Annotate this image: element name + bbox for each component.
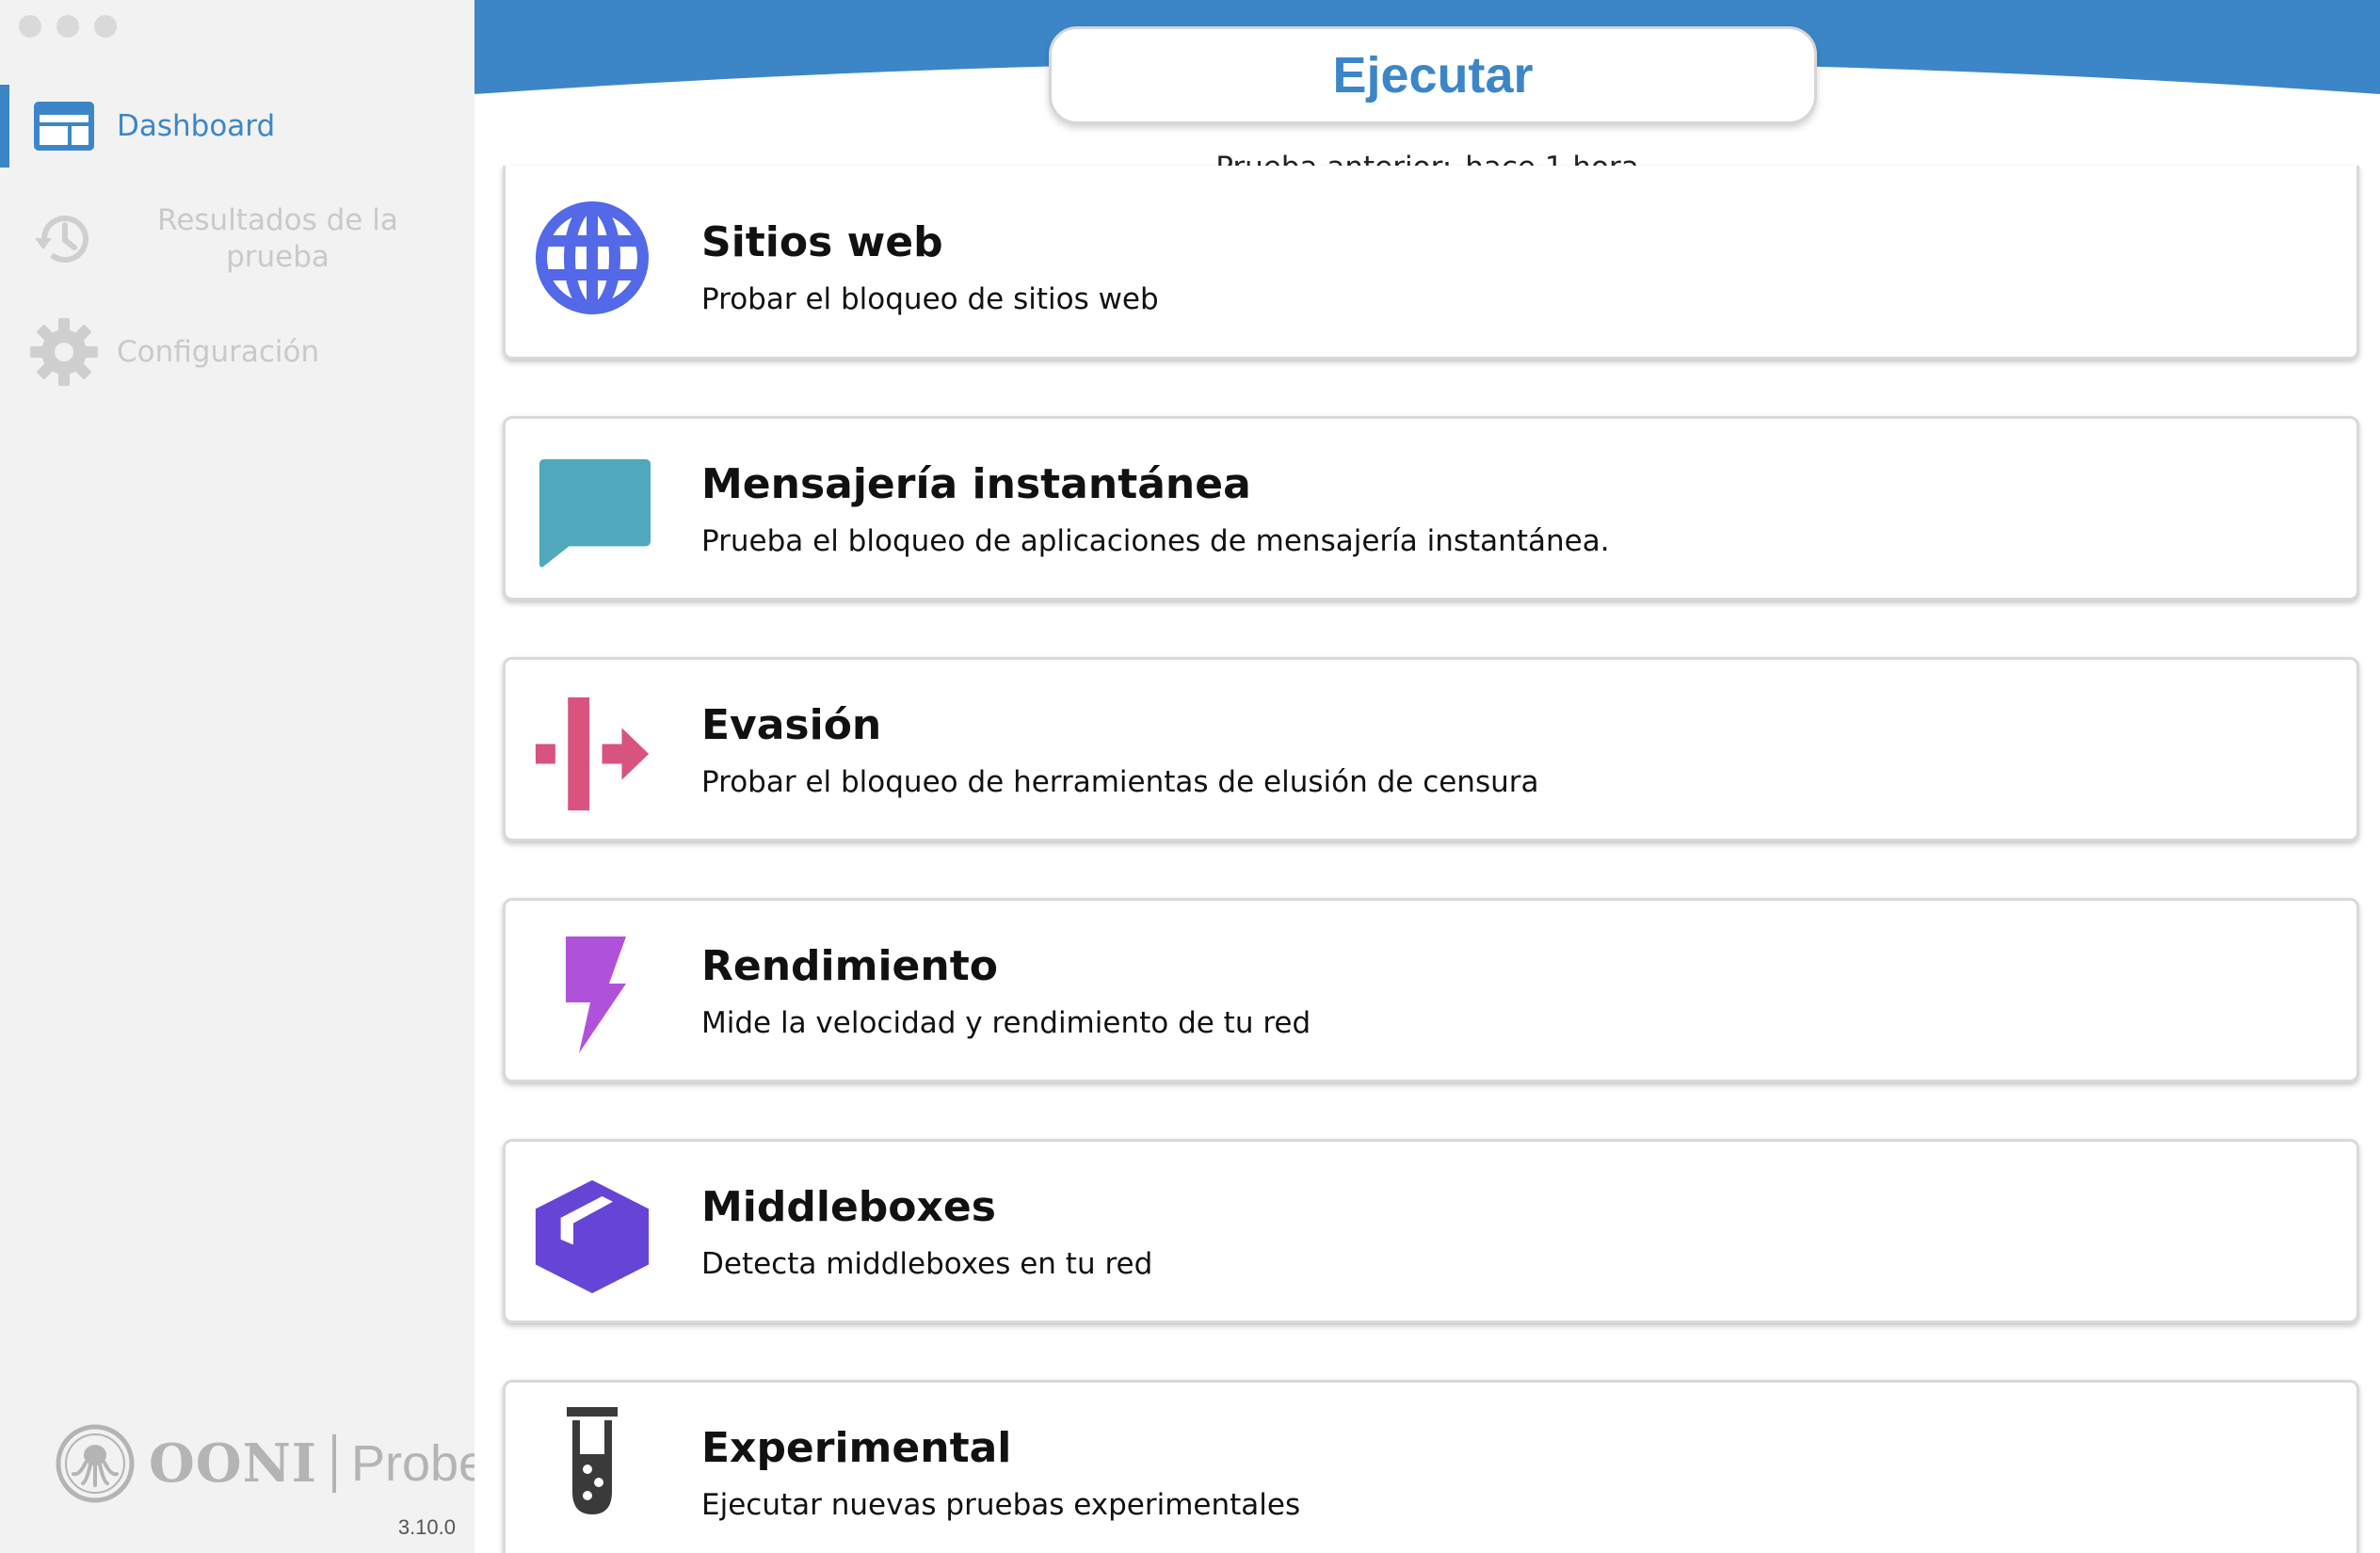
card-title: Mensajería instantánea [701, 460, 1251, 508]
card-title: Rendimiento [701, 942, 998, 990]
sidebar-item-dashboard[interactable]: Dashboard [0, 85, 474, 168]
dashboard-icon [28, 90, 100, 162]
card-title: Middleboxes [701, 1183, 996, 1231]
card-experimental[interactable]: Experimental Ejecutar nuevas pruebas exp… [503, 1380, 2359, 1553]
card-description: Prueba el bloqueo de aplicaciones de men… [701, 524, 1610, 558]
card-description: Ejecutar nuevas pruebas experimentales [701, 1488, 1301, 1522]
zoom-window-button[interactable] [94, 15, 117, 38]
card-instant-messaging[interactable]: Mensajería instantánea Prueba el bloqueo… [503, 416, 2359, 600]
brand-divider [331, 1434, 336, 1493]
sidebar-item-results[interactable]: Resultados de la prueba [0, 198, 474, 280]
ooni-probe-logo: OONI Probe [55, 1423, 487, 1504]
sidebar: Dashboard Resultados de la prueba Config… [0, 0, 487, 1553]
card-description: Mide la velocidad y rendimiento de tu re… [701, 1006, 1311, 1040]
dashboard-main: Ejecutar Prueba anterior:hace 1 hora Sit… [474, 0, 2380, 1553]
card-websites[interactable]: Sitios web Probar el bloqueo de sitios w… [503, 166, 2359, 360]
run-button[interactable]: Ejecutar [1049, 26, 1817, 124]
card-circumvention[interactable]: Evasión Probar el bloqueo de herramienta… [503, 657, 2359, 841]
globe-icon [534, 200, 651, 316]
circumvention-arrow-icon [534, 696, 651, 812]
card-description: Detecta middleboxes en tu red [701, 1247, 1153, 1281]
minimize-window-button[interactable] [56, 15, 79, 38]
app-window: Dashboard Resultados de la prueba Config… [0, 0, 2380, 1553]
card-title: Experimental [701, 1424, 1012, 1472]
brand-product: Probe [350, 1435, 488, 1492]
card-title: Sitios web [701, 218, 943, 266]
chat-bubble-icon [534, 455, 651, 571]
sidebar-item-settings[interactable]: Configuración [0, 311, 474, 393]
card-middleboxes[interactable]: Middleboxes Detecta middleboxes en tu re… [503, 1139, 2359, 1323]
window-controls [19, 15, 117, 38]
brand-name: OONI [149, 1433, 317, 1495]
active-indicator [0, 85, 9, 168]
app-version: 3.10.0 [397, 1515, 456, 1539]
sidebar-item-label: Configuración [117, 335, 320, 369]
sidebar-item-label: Dashboard [117, 109, 276, 143]
history-icon [28, 203, 100, 275]
gear-icon [28, 316, 100, 388]
card-title: Evasión [701, 701, 882, 749]
box-icon [534, 1177, 651, 1294]
close-window-button[interactable] [19, 15, 41, 38]
test-tube-icon [534, 1403, 651, 1520]
sidebar-item-label: Resultados de la prueba [157, 203, 398, 274]
octopus-logo-icon [56, 1424, 135, 1503]
lightning-bolt-icon [534, 937, 651, 1053]
card-description: Probar el bloqueo de sitios web [701, 282, 1159, 316]
card-performance[interactable]: Rendimiento Mide la velocidad y rendimie… [503, 898, 2359, 1082]
card-description: Probar el bloqueo de herramientas de elu… [701, 765, 1539, 799]
